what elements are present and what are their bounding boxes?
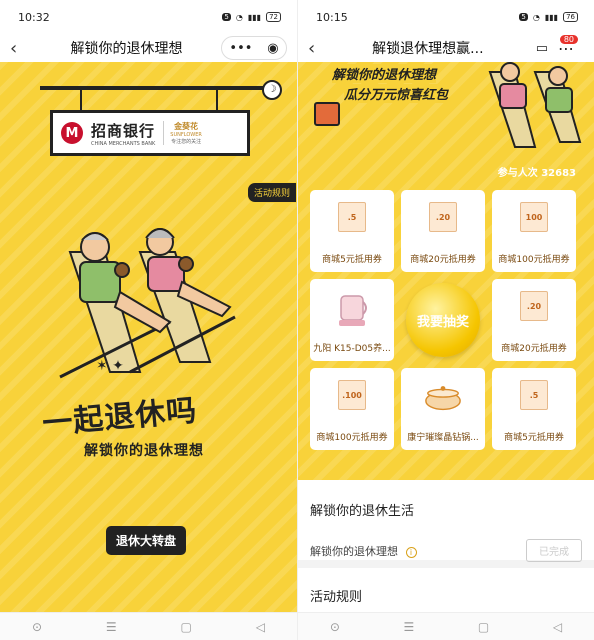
ticket-icon[interactable]: ▭ xyxy=(536,41,548,56)
info-icon[interactable]: i xyxy=(405,546,417,558)
page-title: 解锁你的退休理想 xyxy=(70,41,183,57)
prize-label: 商城100元抵用券 xyxy=(498,255,570,265)
right-screen: 10:15 5 ◔ ▮▮▮ 76 ‹ 解锁退休理想赢... ▭ ⋯ 80 解锁你的… xyxy=(297,0,594,640)
back-triangle-icon[interactable]: ◁ xyxy=(256,620,265,634)
sunflower-logo: 金葵花 SUNFLOWER 专注您的关注 xyxy=(163,121,202,145)
prize-cell: 100 商城100元抵用券 xyxy=(492,190,576,272)
prize-label: 商城5元抵用券 xyxy=(504,433,564,443)
prize-cell: .20 商城20元抵用券 xyxy=(401,190,485,272)
wheel-button[interactable]: 退休大转盘 xyxy=(106,526,187,555)
left-screen: 10:32 5 ◔ ▮▮▮ 72 ‹ 解锁你的退休理想 ••• ◉ ☽ M 招商… xyxy=(0,0,297,640)
status-time: 10:32 xyxy=(18,10,50,24)
recent-apps-icon[interactable]: ⊙ xyxy=(330,620,340,634)
battery-icon: 76 xyxy=(563,12,578,22)
rules-tab-button[interactable]: 活动规则 xyxy=(246,182,297,203)
status-icons: 5 ◔ ▮▮▮ 72 xyxy=(222,12,281,22)
sim-icon: 5 xyxy=(519,13,528,21)
lottery-area: 解锁你的退休理想 瓜分万元惊喜红包 参与人次 32683 .5 商城5元抵用券 … xyxy=(298,62,594,480)
suitcase-icon xyxy=(314,102,340,126)
wifi-icon: ◔ xyxy=(235,12,243,22)
banner: 解锁你的退休理想 瓜分万元惊喜红包 xyxy=(298,62,594,162)
partner-tag: 专注您的关注 xyxy=(171,139,202,145)
prize-cell: .5 商城5元抵用券 xyxy=(310,190,394,272)
banner-line-1: 解锁你的退休理想 xyxy=(332,64,437,83)
page-title: 解锁退休理想赢... xyxy=(372,41,484,57)
partner-name: 金葵花 xyxy=(174,122,199,131)
rules-section: 活动规则 xyxy=(298,576,594,612)
draw-button[interactable]: 我要抽奖 xyxy=(406,283,480,357)
prize-cell: .100 商城100元抵用券 xyxy=(310,368,394,450)
task-section: 解锁你的退休生活 解锁你的退休理想 i 已完成 xyxy=(298,484,594,568)
more-menu-icon[interactable]: ⋯ 80 xyxy=(558,34,584,58)
coupon-icon: .20 xyxy=(429,202,457,232)
prize-cell: 九阳 K15-D05养... xyxy=(310,279,394,361)
home-icon[interactable]: ▢ xyxy=(181,620,192,634)
system-nav-bar: ⊙ ☰ ▢ ◁ xyxy=(298,612,594,640)
status-bar: 10:32 5 ◔ ▮▮▮ 72 xyxy=(0,0,297,34)
recent-apps-icon[interactable]: ⊙ xyxy=(32,620,42,634)
coupon-icon: .20 xyxy=(520,291,548,321)
sparkle-icon: ✶ ✦ xyxy=(96,358,124,374)
kettle-icon xyxy=(332,289,372,329)
task-label: 解锁你的退休理想 xyxy=(310,544,398,558)
couple-banner-illustration xyxy=(488,62,582,148)
menu-icon[interactable]: ☰ xyxy=(106,620,117,634)
bank-name: 招商银行 xyxy=(91,121,156,140)
prize-label: 九阳 K15-D05养... xyxy=(313,344,391,354)
prize-cell: .20 商城20元抵用券 xyxy=(492,279,576,361)
hero-area: ☽ M 招商银行 CHINA MERCHANTS BANK 金葵花 SUNFLO… xyxy=(0,62,297,612)
cmb-logo-icon: M xyxy=(61,122,83,144)
miniapp-capsule: ••• ◉ xyxy=(221,36,287,60)
draw-cell: 我要抽奖 xyxy=(401,279,485,361)
coupon-icon: 100 xyxy=(520,202,548,232)
participant-count: 参与人次 32683 xyxy=(497,168,576,179)
status-time: 10:15 xyxy=(316,10,348,24)
prize-label: 商城20元抵用券 xyxy=(501,344,567,354)
prize-grid: .5 商城5元抵用券 .20 商城20元抵用券 100 商城100元抵用券 九阳… xyxy=(310,190,580,450)
close-miniapp-icon[interactable]: ◉ xyxy=(267,41,278,56)
back-icon[interactable]: ‹ xyxy=(308,38,330,59)
rules-section-title: 活动规则 xyxy=(310,590,363,605)
task-status-button: 已完成 xyxy=(526,539,582,562)
coupon-icon: .5 xyxy=(520,380,548,410)
retired-couple-illustration xyxy=(59,228,236,379)
sign-hanger xyxy=(40,86,280,90)
more-icon[interactable]: ••• xyxy=(229,41,252,56)
system-nav-bar: ⊙ ☰ ▢ ◁ xyxy=(0,612,297,640)
notification-badge: 80 xyxy=(559,34,578,44)
bank-name-en: CHINA MERCHANTS BANK xyxy=(91,140,156,147)
prize-label: 商城20元抵用券 xyxy=(410,255,476,265)
bank-sign: M 招商银行 CHINA MERCHANTS BANK 金葵花 SUNFLOWE… xyxy=(50,110,250,156)
status-icons: 5 ◔ ▮▮▮ 76 xyxy=(519,12,578,22)
home-icon[interactable]: ▢ xyxy=(478,620,489,634)
task-row: 解锁你的退休理想 i 已完成 xyxy=(298,539,594,562)
prize-label: 康宁璀璨晶钻锅... xyxy=(407,433,479,443)
status-bar: 10:15 5 ◔ ▮▮▮ 76 xyxy=(298,0,594,34)
nav-bar: ‹ 解锁你的退休理想 ••• ◉ xyxy=(0,34,297,62)
coupon-icon: .5 xyxy=(338,202,366,232)
sim-icon: 5 xyxy=(222,13,231,21)
nav-bar: ‹ 解锁退休理想赢... ▭ ⋯ 80 xyxy=(298,34,594,62)
back-triangle-icon[interactable]: ◁ xyxy=(553,620,562,634)
wifi-icon: ◔ xyxy=(532,12,540,22)
glass-pot-icon xyxy=(423,378,463,418)
signal-icon: ▮▮▮ xyxy=(544,12,559,22)
wall-lamp-icon: ☽ xyxy=(262,80,282,100)
prize-cell: .5 商城5元抵用券 xyxy=(492,368,576,450)
back-icon[interactable]: ‹ xyxy=(10,38,32,59)
menu-icon[interactable]: ☰ xyxy=(404,620,415,634)
banner-line-2: 瓜分万元惊喜红包 xyxy=(344,84,449,103)
hero-subtitle: 解锁你的退休理想 xyxy=(84,443,204,459)
task-section-title: 解锁你的退休生活 xyxy=(310,504,415,519)
prize-label: 商城100元抵用券 xyxy=(316,433,388,443)
prize-cell: 康宁璀璨晶钻锅... xyxy=(401,368,485,450)
coupon-icon: .100 xyxy=(338,380,366,410)
signal-icon: ▮▮▮ xyxy=(247,12,262,22)
battery-icon: 72 xyxy=(266,12,281,22)
prize-label: 商城5元抵用券 xyxy=(322,255,382,265)
